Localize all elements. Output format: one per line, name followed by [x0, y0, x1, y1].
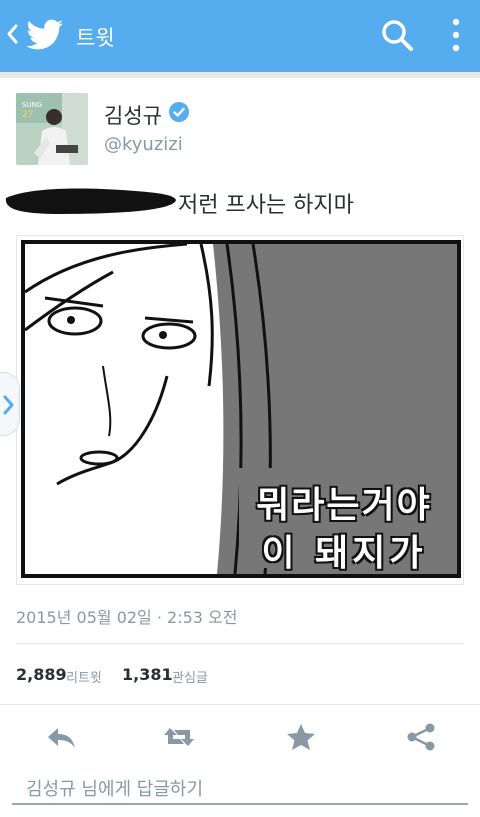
reply-placeholder: 김성규 님에게 답글하기	[26, 779, 204, 800]
divider	[16, 643, 464, 644]
divider	[0, 704, 480, 705]
share-icon[interactable]	[404, 722, 438, 752]
avatar[interactable]: SUNG 27	[16, 93, 88, 165]
reply-icon[interactable]	[44, 722, 78, 752]
reply-input[interactable]: 김성규 님에게 답글하기	[12, 765, 468, 805]
tweet-timestamp: 2015년 05월 02일 · 2:53 오전	[16, 608, 238, 627]
verified-badge-icon	[169, 102, 189, 122]
comic-caption-line2: 이 돼지가	[261, 533, 427, 574]
retweet-icon[interactable]	[162, 722, 196, 752]
twitter-bird-icon[interactable]	[26, 19, 64, 51]
page-title: 트윗	[76, 26, 115, 50]
favorite-label[interactable]: 관심글	[172, 667, 208, 686]
svg-text:SUNG: SUNG	[22, 101, 42, 109]
chevron-left-icon[interactable]	[4, 20, 20, 48]
retweet-count[interactable]: 2,889	[16, 665, 67, 684]
chevron-right-icon	[3, 395, 14, 415]
comic-caption-line1: 뭐라는거야	[256, 485, 432, 526]
tweet-text: 저런 프사는 하지마	[178, 193, 354, 218]
side-expand-tab[interactable]	[0, 372, 20, 436]
star-icon[interactable]	[284, 722, 318, 752]
tweet-media[interactable]: 뭐라는거야 이 돼지가	[16, 235, 464, 585]
header-divider	[0, 72, 480, 78]
search-icon[interactable]	[380, 18, 416, 54]
more-vertical-icon[interactable]	[446, 16, 466, 56]
redaction-mark	[5, 188, 177, 214]
retweet-label[interactable]: 리트윗	[66, 667, 102, 686]
svg-text:27: 27	[22, 110, 33, 120]
author-name[interactable]: 김성규	[104, 100, 162, 130]
author-handle[interactable]: @kyuzizi	[104, 134, 183, 155]
favorite-count[interactable]: 1,381	[122, 665, 173, 684]
app-bar: 트윗	[0, 0, 480, 72]
